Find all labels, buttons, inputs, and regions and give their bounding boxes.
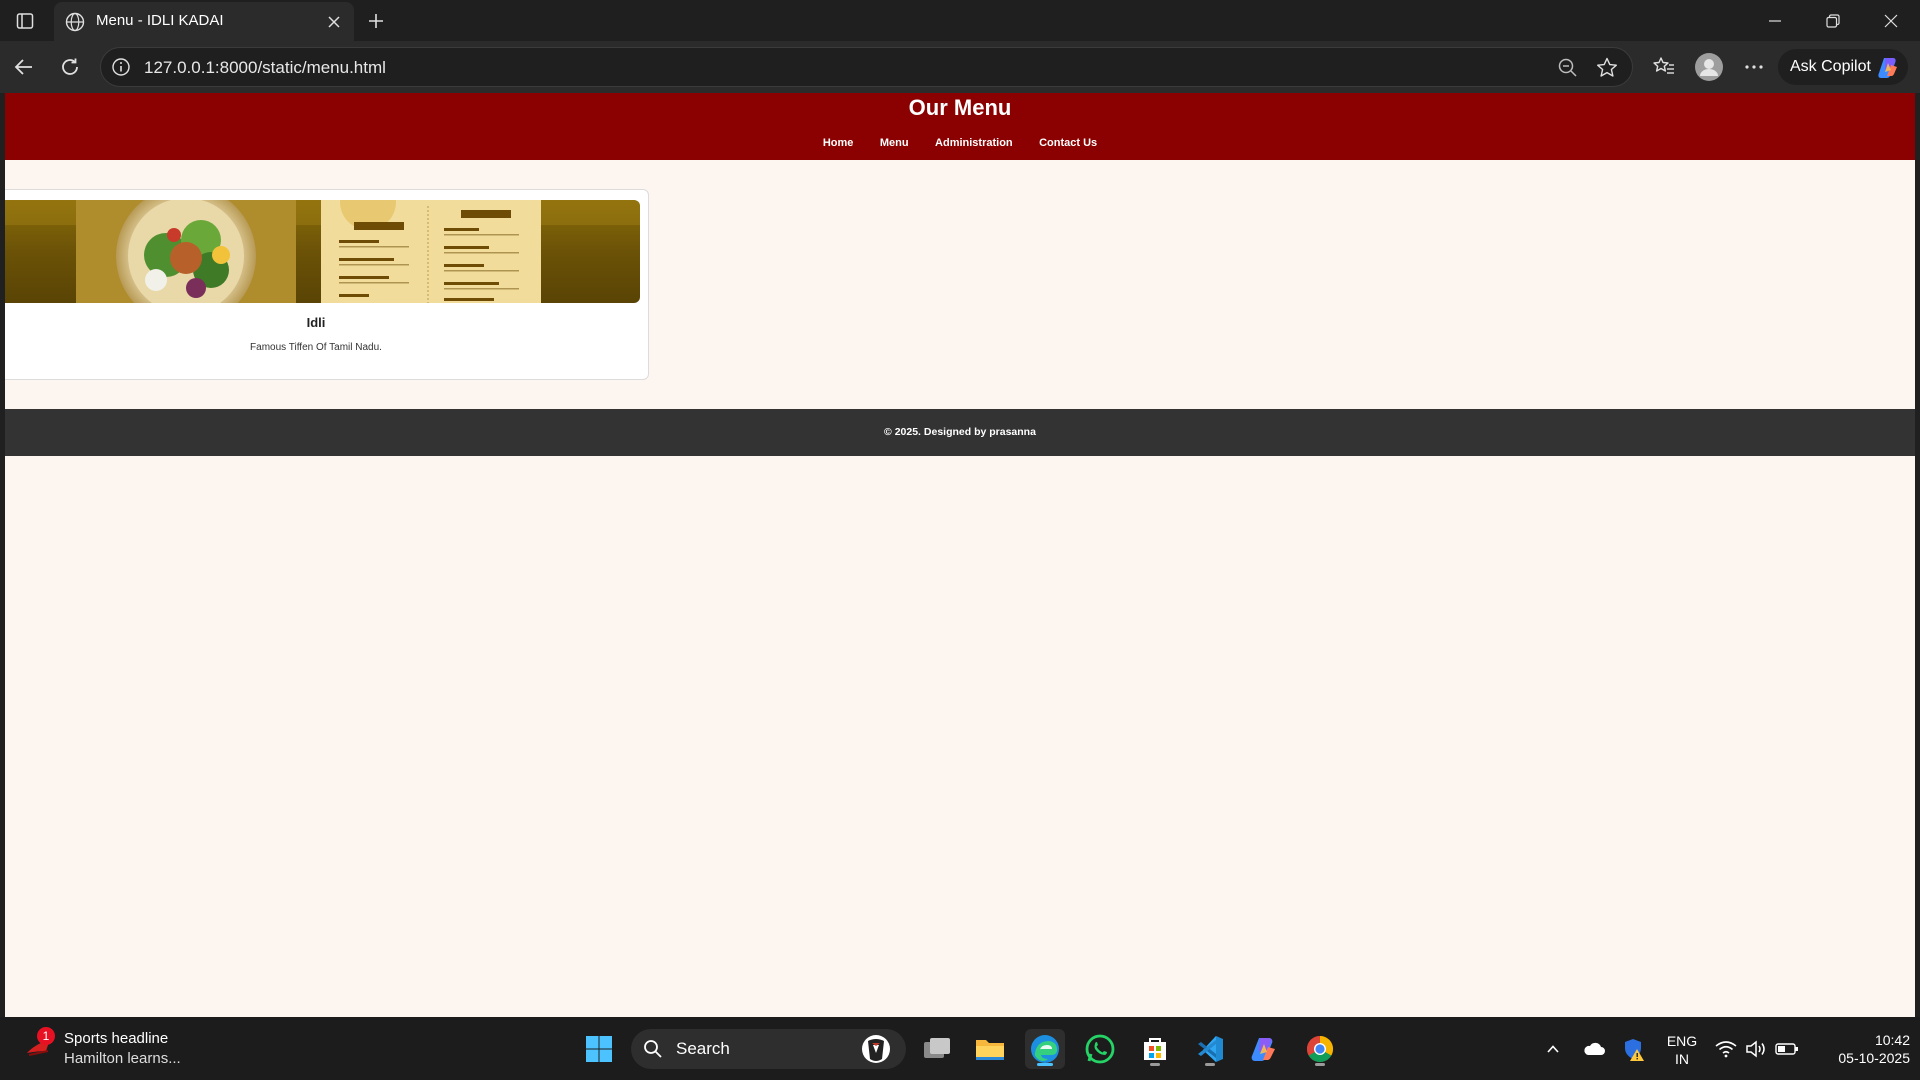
news-subheadline: Hamilton learns...: [64, 1050, 181, 1067]
search-icon: [643, 1039, 663, 1059]
more-options-icon[interactable]: [1738, 51, 1770, 83]
running-indicator: [1205, 1063, 1215, 1066]
close-window-icon[interactable]: [1862, 0, 1920, 41]
favorite-star-icon[interactable]: [1594, 55, 1620, 81]
copilot-label: Ask Copilot: [1790, 58, 1871, 75]
running-indicator: [1150, 1063, 1160, 1066]
file-explorer-icon[interactable]: [970, 1029, 1010, 1069]
volume-icon[interactable]: [1743, 1031, 1769, 1067]
close-tab-icon[interactable]: [322, 10, 346, 34]
nav-contact-link[interactable]: Contact Us: [1039, 137, 1097, 149]
nav-administration-link[interactable]: Administration: [935, 137, 1013, 149]
news-badge-count: 1: [37, 1027, 55, 1045]
page-viewport: Our Menu Home Menu Administration Contac…: [5, 93, 1915, 1017]
running-indicator: [1037, 1063, 1053, 1066]
system-clock[interactable]: 10:42 05-10-2025: [1810, 1031, 1910, 1067]
restore-icon[interactable]: [1804, 0, 1862, 41]
menu-item-name: Idli: [306, 315, 326, 330]
main-nav: Home Menu Administration Contact Us: [5, 133, 1915, 151]
page-title: Our Menu: [908, 95, 1012, 120]
footer-copyright: © 2025. Designed by prasanna: [884, 426, 1036, 438]
chrome-icon[interactable]: [1300, 1029, 1340, 1069]
back-icon[interactable]: [8, 51, 40, 83]
task-view-icon[interactable]: [917, 1029, 957, 1069]
clock-date: 05-10-2025: [1838, 1050, 1910, 1066]
nav-home-link[interactable]: Home: [823, 137, 854, 149]
battery-icon[interactable]: [1773, 1031, 1801, 1067]
wifi-icon[interactable]: [1713, 1031, 1739, 1067]
show-hidden-icons-chevron-icon[interactable]: [1540, 1031, 1566, 1067]
taskbar-search[interactable]: Search: [631, 1029, 906, 1069]
security-shield-icon[interactable]: [1620, 1031, 1648, 1067]
refresh-icon[interactable]: [54, 51, 86, 83]
microsoft-store-icon[interactable]: [1135, 1029, 1175, 1069]
browser-tab-bar: Menu - IDLI KADAI: [0, 0, 1920, 41]
lang-code: ENG: [1666, 1033, 1698, 1049]
whatsapp-icon[interactable]: [1080, 1029, 1120, 1069]
address-bar[interactable]: 127.0.0.1:8000/static/menu.html: [100, 47, 1633, 87]
menu-item-card: Idli Famous Tiffen Of Tamil Nadu.: [5, 189, 649, 380]
browser-toolbar: 127.0.0.1:8000/static/menu.html Ask Copi…: [0, 41, 1920, 93]
lang-region: IN: [1675, 1051, 1689, 1067]
news-widget[interactable]: 1 Sports headline Hamilton learns...: [18, 1027, 198, 1071]
url-text: 127.0.0.1:8000/static/menu.html: [144, 58, 386, 77]
vscode-icon[interactable]: [1190, 1029, 1230, 1069]
favorites-icon[interactable]: [1648, 51, 1680, 83]
site-info-icon[interactable]: [111, 57, 131, 77]
search-highlight-icon: [858, 1033, 894, 1065]
taskbar: 1 Sports headline Hamilton learns... Sea…: [0, 1017, 1920, 1080]
new-tab-icon[interactable]: [362, 7, 390, 35]
clock-time: 10:42: [1874, 1032, 1910, 1048]
ask-copilot-button[interactable]: Ask Copilot: [1778, 49, 1908, 85]
copilot-icon: [1876, 54, 1902, 80]
search-label: Search: [676, 1039, 730, 1058]
profile-avatar-icon[interactable]: [1693, 51, 1725, 83]
zoom-out-icon[interactable]: [1556, 56, 1580, 80]
nav-menu-link[interactable]: Menu: [880, 137, 909, 149]
tab-title: Menu - IDLI KADAI: [96, 12, 224, 29]
input-language[interactable]: ENG IN: [1664, 1032, 1700, 1068]
menu-item-image: [5, 200, 640, 303]
browser-tab[interactable]: Menu - IDLI KADAI: [54, 2, 354, 41]
globe-icon: [64, 11, 86, 33]
menu-item-description: Famous Tiffen Of Tamil Nadu.: [250, 342, 382, 353]
news-headline: Sports headline: [64, 1030, 169, 1047]
tab-actions-icon[interactable]: [12, 8, 38, 34]
start-windows-icon[interactable]: [579, 1029, 619, 1069]
running-indicator: [1315, 1063, 1325, 1066]
onedrive-cloud-icon[interactable]: [1580, 1031, 1608, 1067]
site-header: Our Menu Home Menu Administration Contac…: [5, 93, 1915, 160]
minimize-icon[interactable]: [1746, 0, 1804, 41]
copilot-app-icon[interactable]: [1245, 1029, 1285, 1069]
site-footer: © 2025. Designed by prasanna: [5, 409, 1915, 456]
edge-browser-icon[interactable]: [1025, 1029, 1065, 1069]
